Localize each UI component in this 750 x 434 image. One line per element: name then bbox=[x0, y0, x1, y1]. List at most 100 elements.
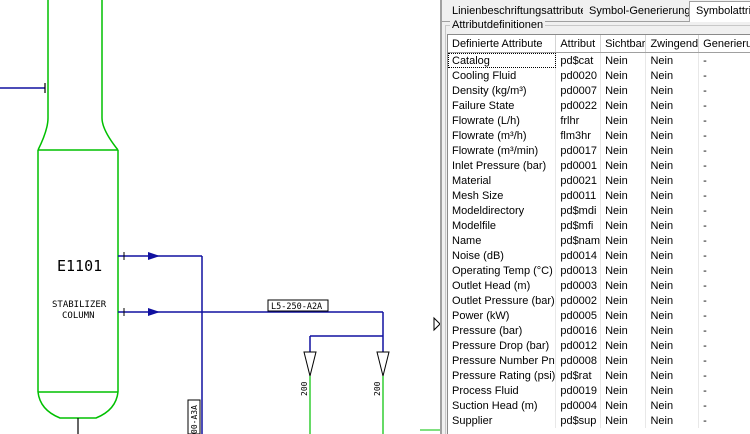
column-header-attribute[interactable]: Attribut bbox=[555, 35, 602, 53]
table-cell: pd0004 bbox=[555, 398, 602, 413]
table-cell: Nein bbox=[645, 398, 700, 413]
table-row[interactable]: Inlet Pressure (bar) pd0001 Nein Nein - bbox=[448, 158, 750, 173]
table-row[interactable]: Density (kg/m³) pd0007 Nein Nein - bbox=[448, 83, 750, 98]
table-row[interactable]: Modelfile pd$mfi Nein Nein - bbox=[448, 218, 750, 233]
table-row[interactable]: Catalog pd$cat Nein Nein - bbox=[448, 52, 750, 68]
vessel-e1101[interactable] bbox=[37, 0, 119, 419]
column-header-required[interactable]: Zwingend bbox=[645, 35, 700, 53]
table-cell: Mesh Size bbox=[448, 188, 557, 203]
table-cell: pd0005 bbox=[555, 308, 602, 323]
table-cell: pd0011 bbox=[555, 188, 602, 203]
table-row[interactable]: Material pd0021 Nein Nein - bbox=[448, 173, 750, 188]
table-cell: Nein bbox=[600, 293, 647, 308]
table-row[interactable]: Flowrate (m³/min) pd0017 Nein Nein - bbox=[448, 143, 750, 158]
table-cell: Nein bbox=[645, 293, 700, 308]
table-cell: pd$mdi bbox=[555, 203, 602, 218]
table-cell: Nein bbox=[645, 128, 700, 143]
table-row[interactable]: Mesh Size pd0011 Nein Nein - bbox=[448, 188, 750, 203]
table-row[interactable]: Outlet Head (m) pd0003 Nein Nein - bbox=[448, 278, 750, 293]
table-cell: Process Fluid bbox=[448, 383, 557, 398]
table-cell: - bbox=[698, 128, 750, 143]
table-row[interactable]: Flowrate (m³/h) flm3hr Nein Nein - bbox=[448, 128, 750, 143]
table-row[interactable]: Noise (dB) pd0014 Nein Nein - bbox=[448, 248, 750, 263]
table-cell: - bbox=[698, 188, 750, 203]
table-cell: Nein bbox=[600, 188, 647, 203]
drawing-canvas[interactable]: E1101 STABILIZER COLUMN 00-A3A L5-250-A2… bbox=[0, 0, 440, 434]
table-cell: Outlet Head (m) bbox=[448, 278, 557, 293]
table-row[interactable]: Name pd$nam Nein Nein - bbox=[448, 233, 750, 248]
group-title: Attributdefinitionen bbox=[450, 19, 546, 31]
table-cell: pd0002 bbox=[555, 293, 602, 308]
table-cell: Operating Temp (°C) bbox=[448, 263, 557, 278]
table-cell: Pressure Drop (bar) bbox=[448, 338, 557, 353]
table-cell: Nein bbox=[600, 383, 647, 398]
table-cell: pd0019 bbox=[555, 383, 602, 398]
table-cell: Nein bbox=[600, 83, 647, 98]
table-row[interactable]: Operating Temp (°C) pd0013 Nein Nein - bbox=[448, 263, 750, 278]
table-row[interactable]: Modeldirectory pd$mdi Nein Nein - bbox=[448, 203, 750, 218]
table-row[interactable]: Pressure Number Pn pd0008 Nein Nein - bbox=[448, 353, 750, 368]
table-row[interactable]: Pressure Rating (psi) pd$rat Nein Nein - bbox=[448, 368, 750, 383]
column-header-defined-attributes[interactable]: Definierte Attribute bbox=[448, 35, 557, 53]
table-cell: pd0021 bbox=[555, 173, 602, 188]
table-row[interactable]: Process Fluid pd0019 Nein Nein - bbox=[448, 383, 750, 398]
table-cell: Nein bbox=[600, 353, 647, 368]
table-cell: frlhr bbox=[555, 113, 602, 128]
tab-symbol-generation[interactable]: Symbol-Generierung bbox=[583, 2, 689, 20]
table-cell: Nein bbox=[600, 323, 647, 338]
header-row: Definierte Attribute Attribut Sichtbar Z… bbox=[448, 35, 750, 53]
table-row[interactable]: Pressure Drop (bar) pd0012 Nein Nein - bbox=[448, 338, 750, 353]
table-cell: pd0012 bbox=[555, 338, 602, 353]
table-cell: - bbox=[698, 143, 750, 158]
table-row[interactable]: Power (kW) pd0005 Nein Nein - bbox=[448, 308, 750, 323]
table-cell: Nein bbox=[645, 98, 700, 113]
table-cell: Nein bbox=[645, 233, 700, 248]
table-cell: Nein bbox=[600, 218, 647, 233]
table-cell: pd0013 bbox=[555, 263, 602, 278]
table-cell: - bbox=[698, 203, 750, 218]
table-row[interactable]: Failure State pd0022 Nein Nein - bbox=[448, 98, 750, 113]
table-cell: Nein bbox=[645, 68, 700, 83]
table-cell: Nein bbox=[600, 368, 647, 383]
table-cell: Pressure Rating (psi) bbox=[448, 368, 557, 383]
attribute-grid[interactable]: Definierte Attribute Attribut Sichtbar Z… bbox=[447, 34, 750, 434]
table-cell: Catalog bbox=[448, 52, 557, 68]
tab-line-label-attributes[interactable]: Linienbeschriftungsattribute bbox=[446, 2, 583, 20]
table-cell: flm3hr bbox=[555, 128, 602, 143]
table-cell: - bbox=[698, 308, 750, 323]
table-row[interactable]: Outlet Pressure (bar) pd0002 Nein Nein - bbox=[448, 293, 750, 308]
table-cell: Outlet Pressure (bar) bbox=[448, 293, 557, 308]
size-label-left: 200 bbox=[300, 381, 309, 396]
table-cell: Nein bbox=[645, 52, 700, 68]
lower-pipe[interactable] bbox=[118, 308, 384, 352]
table-cell: Nein bbox=[645, 248, 700, 263]
tab-symbol-attributes[interactable]: Symbolattrib bbox=[689, 1, 750, 22]
table-cell: Nein bbox=[600, 68, 647, 83]
table-cell: Nein bbox=[645, 218, 700, 233]
table-cell: Nein bbox=[645, 203, 700, 218]
column-header-generation[interactable]: Generierungs-F bbox=[698, 35, 750, 53]
table-row[interactable]: Supplier pd$sup Nein Nein - bbox=[448, 413, 750, 428]
size-label-right: 200 bbox=[373, 381, 382, 396]
table-row[interactable]: Suction Head (m) pd0004 Nein Nein - bbox=[448, 398, 750, 413]
table-row[interactable]: Flowrate (L/h) frlhr Nein Nein - bbox=[448, 113, 750, 128]
line-label: L5-250-A2A bbox=[271, 302, 322, 312]
table-cell: - bbox=[698, 173, 750, 188]
table-cell: Nein bbox=[645, 368, 700, 383]
table-row[interactable]: Cooling Fluid pd0020 Nein Nein - bbox=[448, 68, 750, 83]
table-cell: pd0001 bbox=[555, 158, 602, 173]
table-cell: Material bbox=[448, 173, 557, 188]
column-header-visible[interactable]: Sichtbar bbox=[600, 35, 647, 53]
vessel-desc-line1: STABILIZER bbox=[52, 300, 107, 310]
table-cell: Density (kg/m³) bbox=[448, 83, 557, 98]
table-cell: Suction Head (m) bbox=[448, 398, 557, 413]
table-cell: Nein bbox=[645, 413, 700, 428]
table-cell: Supplier bbox=[448, 413, 557, 428]
table-cell: pd$sup bbox=[555, 413, 602, 428]
table-cell: - bbox=[698, 293, 750, 308]
table-cell: Nein bbox=[600, 413, 647, 428]
table-cell: - bbox=[698, 383, 750, 398]
table-row[interactable]: Pressure (bar) pd0016 Nein Nein - bbox=[448, 323, 750, 338]
table-cell: Nein bbox=[600, 278, 647, 293]
table-cell: Nein bbox=[600, 143, 647, 158]
